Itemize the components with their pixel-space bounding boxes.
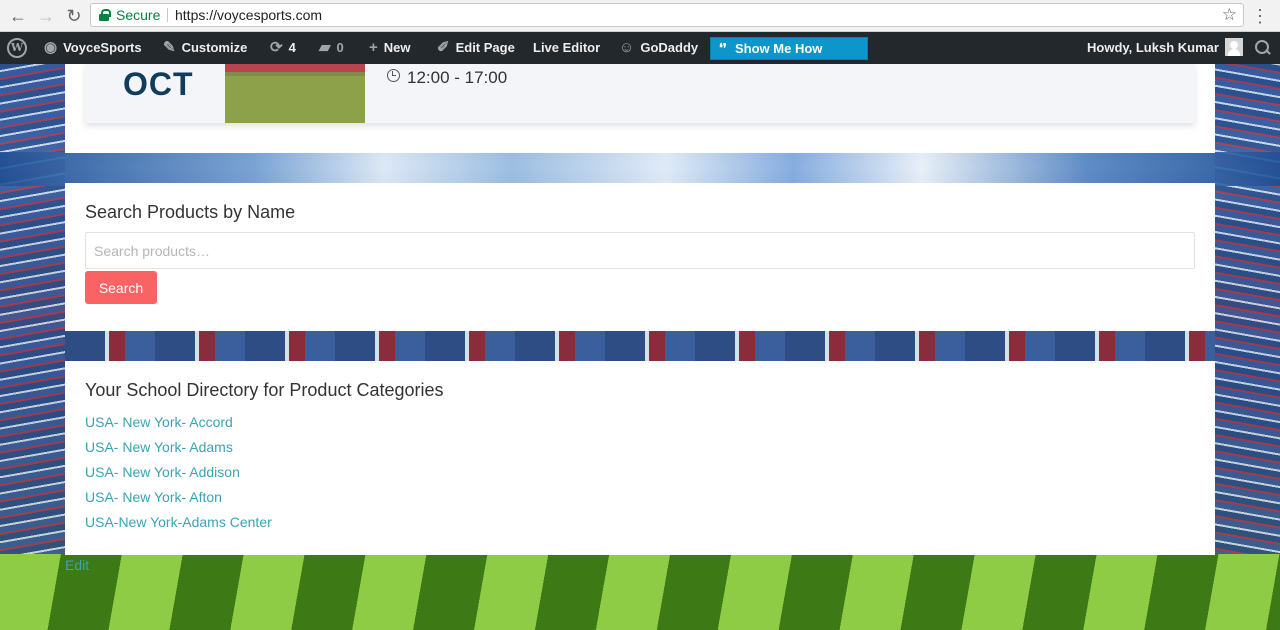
event-card[interactable]: OCT 12:00 - 17:00 xyxy=(85,64,1195,123)
stadium-stands-left xyxy=(0,64,65,564)
brush-icon: ✎ xyxy=(163,39,176,56)
directory-link[interactable]: USA- New York- Adams xyxy=(85,439,233,455)
lock-icon xyxy=(99,9,111,21)
wp-admin-bar: W ◉ VoyceSports ✎ Customize ⟳ 4 ▰ 0 + New ✐ Ed… xyxy=(0,32,1280,64)
reload-icon[interactable]: ↻ xyxy=(62,4,86,28)
edit-page-item[interactable]: ✐ Edit Page xyxy=(437,32,515,64)
back-arrow-icon[interactable]: ← xyxy=(6,4,30,28)
directory-link[interactable]: USA- New York- Accord xyxy=(85,414,233,430)
browser-menu-icon[interactable]: ⋮ xyxy=(1250,4,1270,28)
list-item: USA- New York- Afton xyxy=(85,488,272,513)
directory-link[interactable]: USA- New York- Afton xyxy=(85,489,222,505)
list-item: USA-New York-Adams Center xyxy=(85,513,272,538)
stadium-field xyxy=(0,554,1280,630)
directory-link[interactable]: USA- New York- Addison xyxy=(85,464,240,480)
stadium-stands-right xyxy=(1215,64,1280,564)
live-editor-label: Live Editor xyxy=(533,40,601,55)
list-item: USA- New York- Accord xyxy=(85,413,272,438)
customize-item[interactable]: ✎ Customize xyxy=(163,32,247,64)
updates-count: 4 xyxy=(288,40,296,55)
plus-icon: + xyxy=(369,39,378,56)
pencil-icon: ✐ xyxy=(437,39,450,56)
clock-icon xyxy=(387,69,400,82)
godaddy-label: GoDaddy xyxy=(640,40,699,55)
bookmark-star-icon[interactable]: ☆ xyxy=(1222,4,1237,26)
site-name-item[interactable]: ◉ VoyceSports xyxy=(44,32,142,64)
forward-arrow-icon[interactable]: → xyxy=(34,4,58,28)
event-thumbnail[interactable] xyxy=(225,64,365,123)
godaddy-icon: ☺ xyxy=(619,39,635,56)
comments-count: 0 xyxy=(336,40,344,55)
browser-toolbar: ← → ↻ Secure https://voycesports.com ☆ ⋮ xyxy=(0,0,1280,32)
search-input[interactable] xyxy=(85,232,1195,269)
search-button[interactable]: Search xyxy=(85,271,157,304)
edit-page-label: Edit Page xyxy=(455,40,515,55)
updates-item[interactable]: ⟳ 4 xyxy=(270,32,296,64)
howdy-label: Howdy, Luksh Kumar xyxy=(1087,40,1219,55)
wordpress-logo-icon[interactable]: W xyxy=(7,38,27,58)
new-item[interactable]: + New xyxy=(369,32,411,64)
page-content: OCT 12:00 - 17:00 Search Products by Nam… xyxy=(0,64,1280,630)
event-month: OCT xyxy=(123,66,194,102)
search-products-widget: Search Products by Name Search xyxy=(65,183,1215,331)
url-text[interactable]: https://voycesports.com xyxy=(175,4,322,26)
godaddy-item[interactable]: ☺ GoDaddy xyxy=(619,32,698,64)
directory-link[interactable]: USA-New York-Adams Center xyxy=(85,514,272,530)
site-name-label: VoyceSports xyxy=(63,40,142,55)
avatar xyxy=(1224,38,1243,57)
footsteps-icon: ❛❜ xyxy=(719,41,727,55)
account-item[interactable]: Howdy, Luksh Kumar xyxy=(1087,32,1243,64)
show-me-how-button[interactable]: ❛❜ Show Me How xyxy=(710,37,868,60)
list-item: USA- New York- Adams xyxy=(85,438,272,463)
show-me-how-label: Show Me How xyxy=(735,41,823,56)
live-editor-item[interactable]: Live Editor xyxy=(533,32,600,64)
directory-widget-title: Your School Directory for Product Catego… xyxy=(85,380,444,400)
event-panel: OCT 12:00 - 17:00 xyxy=(65,64,1215,153)
dashboard-icon: ◉ xyxy=(44,39,58,56)
event-time: 12:00 - 17:00 xyxy=(387,68,507,88)
directory-list: USA- New York- Accord USA- New York- Ada… xyxy=(85,413,272,538)
edit-link[interactable]: Edit xyxy=(65,557,89,573)
url-separator xyxy=(167,8,168,22)
new-label: New xyxy=(383,40,411,55)
event-time-text: 12:00 - 17:00 xyxy=(407,68,508,87)
secure-label: Secure xyxy=(116,7,161,23)
search-widget-title: Search Products by Name xyxy=(85,202,296,222)
comment-bubble-icon: ▰ xyxy=(319,39,331,56)
stadium-sky xyxy=(0,152,1280,186)
stadium-stands-center xyxy=(65,330,1215,362)
updates-icon: ⟳ xyxy=(270,39,283,56)
address-bar[interactable]: Secure https://voycesports.com ☆ xyxy=(90,3,1244,27)
comments-item[interactable]: ▰ 0 xyxy=(319,32,344,64)
list-item: USA- New York- Addison xyxy=(85,463,272,488)
search-icon[interactable] xyxy=(1255,40,1271,56)
school-directory-widget: Your School Directory for Product Catego… xyxy=(65,361,1215,555)
customize-label: Customize xyxy=(181,40,248,55)
